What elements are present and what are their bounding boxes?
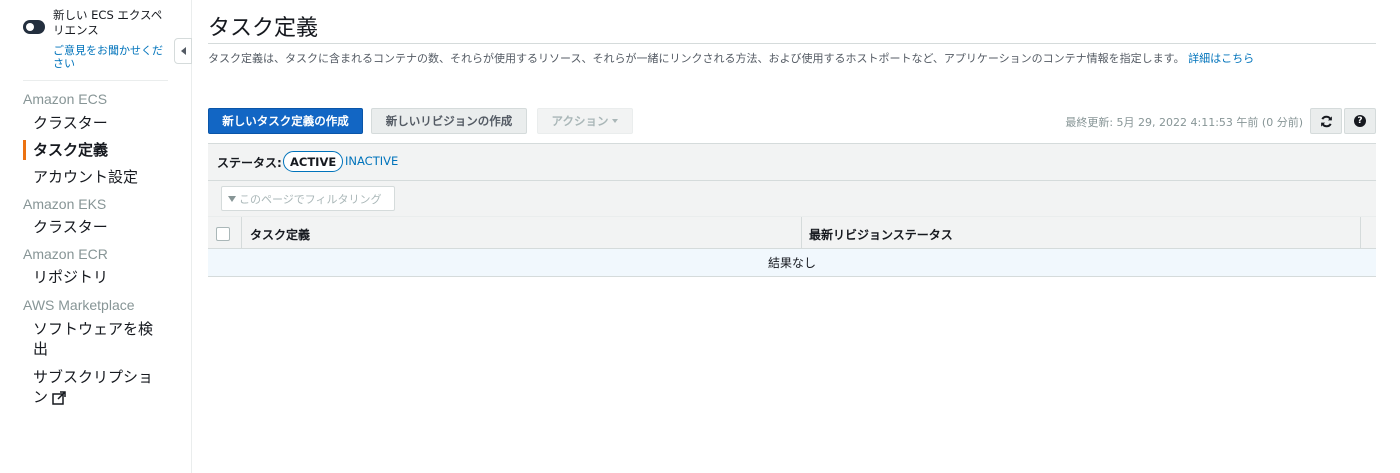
sidebar: 新しい ECS エクスペリエンス ご意見をお聞かせください Amazon ECS… <box>0 0 192 473</box>
sidebar-item-task-definitions[interactable]: タスク定義 <box>33 140 173 160</box>
sidebar-item-eks-clusters[interactable]: クラスター <box>33 217 173 237</box>
sidebar-item-ecs-clusters[interactable]: クラスター <box>33 113 173 133</box>
column-header-latest-revision-status[interactable]: 最新リビジョンステータス <box>809 226 953 243</box>
nav-section-ecr: Amazon ECR <box>23 246 108 262</box>
page-title: タスク定義 <box>208 16 319 41</box>
empty-table-row: 結果なし <box>208 249 1376 277</box>
filter-row: このページでフィルタリング <box>208 181 1376 216</box>
filter-icon <box>228 195 236 202</box>
help-icon: ? <box>1354 115 1366 127</box>
active-indicator <box>23 140 26 160</box>
filter-placeholder: このページでフィルタリング <box>239 192 382 206</box>
refresh-button[interactable] <box>1310 108 1342 134</box>
caret-down-icon <box>612 119 619 123</box>
create-revision-button[interactable]: 新しいリビジョンの作成 <box>371 108 527 134</box>
description-text: タスク定義は、タスクに含まれるコンテナの数、それらが使用するリソース、それらが一… <box>208 52 1185 65</box>
feedback-link[interactable]: ご意見をお聞かせください <box>53 44 171 70</box>
status-inactive-tab[interactable]: INACTIVE <box>345 154 398 168</box>
select-all-checkbox[interactable] <box>216 227 230 241</box>
nav-section-ecs: Amazon ECS <box>23 91 108 107</box>
column-divider <box>1360 217 1361 249</box>
last-updated: 最終更新: 5月 29, 2022 4:11:53 午前 (0 分前) <box>1065 116 1303 129</box>
learn-more-link[interactable]: 詳細はこちら <box>1188 52 1254 65</box>
help-button[interactable]: ? <box>1344 108 1376 134</box>
status-filter-bar: ステータス: ACTIVE INACTIVE <box>208 143 1376 181</box>
actions-dropdown[interactable]: アクション <box>537 108 633 134</box>
sidebar-item-subscriptions[interactable]: サブスクリプション <box>33 367 163 407</box>
sidebar-item-discover-software[interactable]: ソフトウェアを検出 <box>33 319 163 359</box>
caret-left-icon <box>180 47 186 55</box>
new-experience-title: 新しい ECS エクスペリエンス <box>53 8 163 37</box>
sidebar-item-repositories[interactable]: リポジトリ <box>33 267 173 287</box>
page-description: タスク定義は、タスクに含まれるコンテナの数、それらが使用するリソース、それらが一… <box>208 50 1254 66</box>
sidebar-item-account-settings[interactable]: アカウント設定 <box>33 167 173 187</box>
column-divider <box>801 217 802 249</box>
title-divider <box>208 43 1376 44</box>
collapse-sidebar-button[interactable] <box>174 38 192 64</box>
filter-input[interactable]: このページでフィルタリング <box>221 186 395 211</box>
status-label: ステータス: <box>217 156 282 170</box>
column-divider <box>241 217 242 249</box>
status-active-tab[interactable]: ACTIVE <box>283 151 344 172</box>
table-header: タスク定義 最新リビジョンステータス <box>208 216 1376 249</box>
nav-section-eks: Amazon EKS <box>23 196 107 212</box>
subscriptions-label: サブスクリプション <box>33 368 154 406</box>
create-task-definition-button[interactable]: 新しいタスク定義の作成 <box>208 108 363 134</box>
refresh-icon <box>1320 115 1332 127</box>
new-experience-toggle[interactable] <box>23 20 45 34</box>
actions-label: アクション <box>551 114 609 128</box>
column-header-task-definition[interactable]: タスク定義 <box>250 226 310 243</box>
external-link-icon <box>52 390 66 405</box>
nav-section-marketplace: AWS Marketplace <box>23 297 135 313</box>
sidebar-divider <box>23 80 168 81</box>
